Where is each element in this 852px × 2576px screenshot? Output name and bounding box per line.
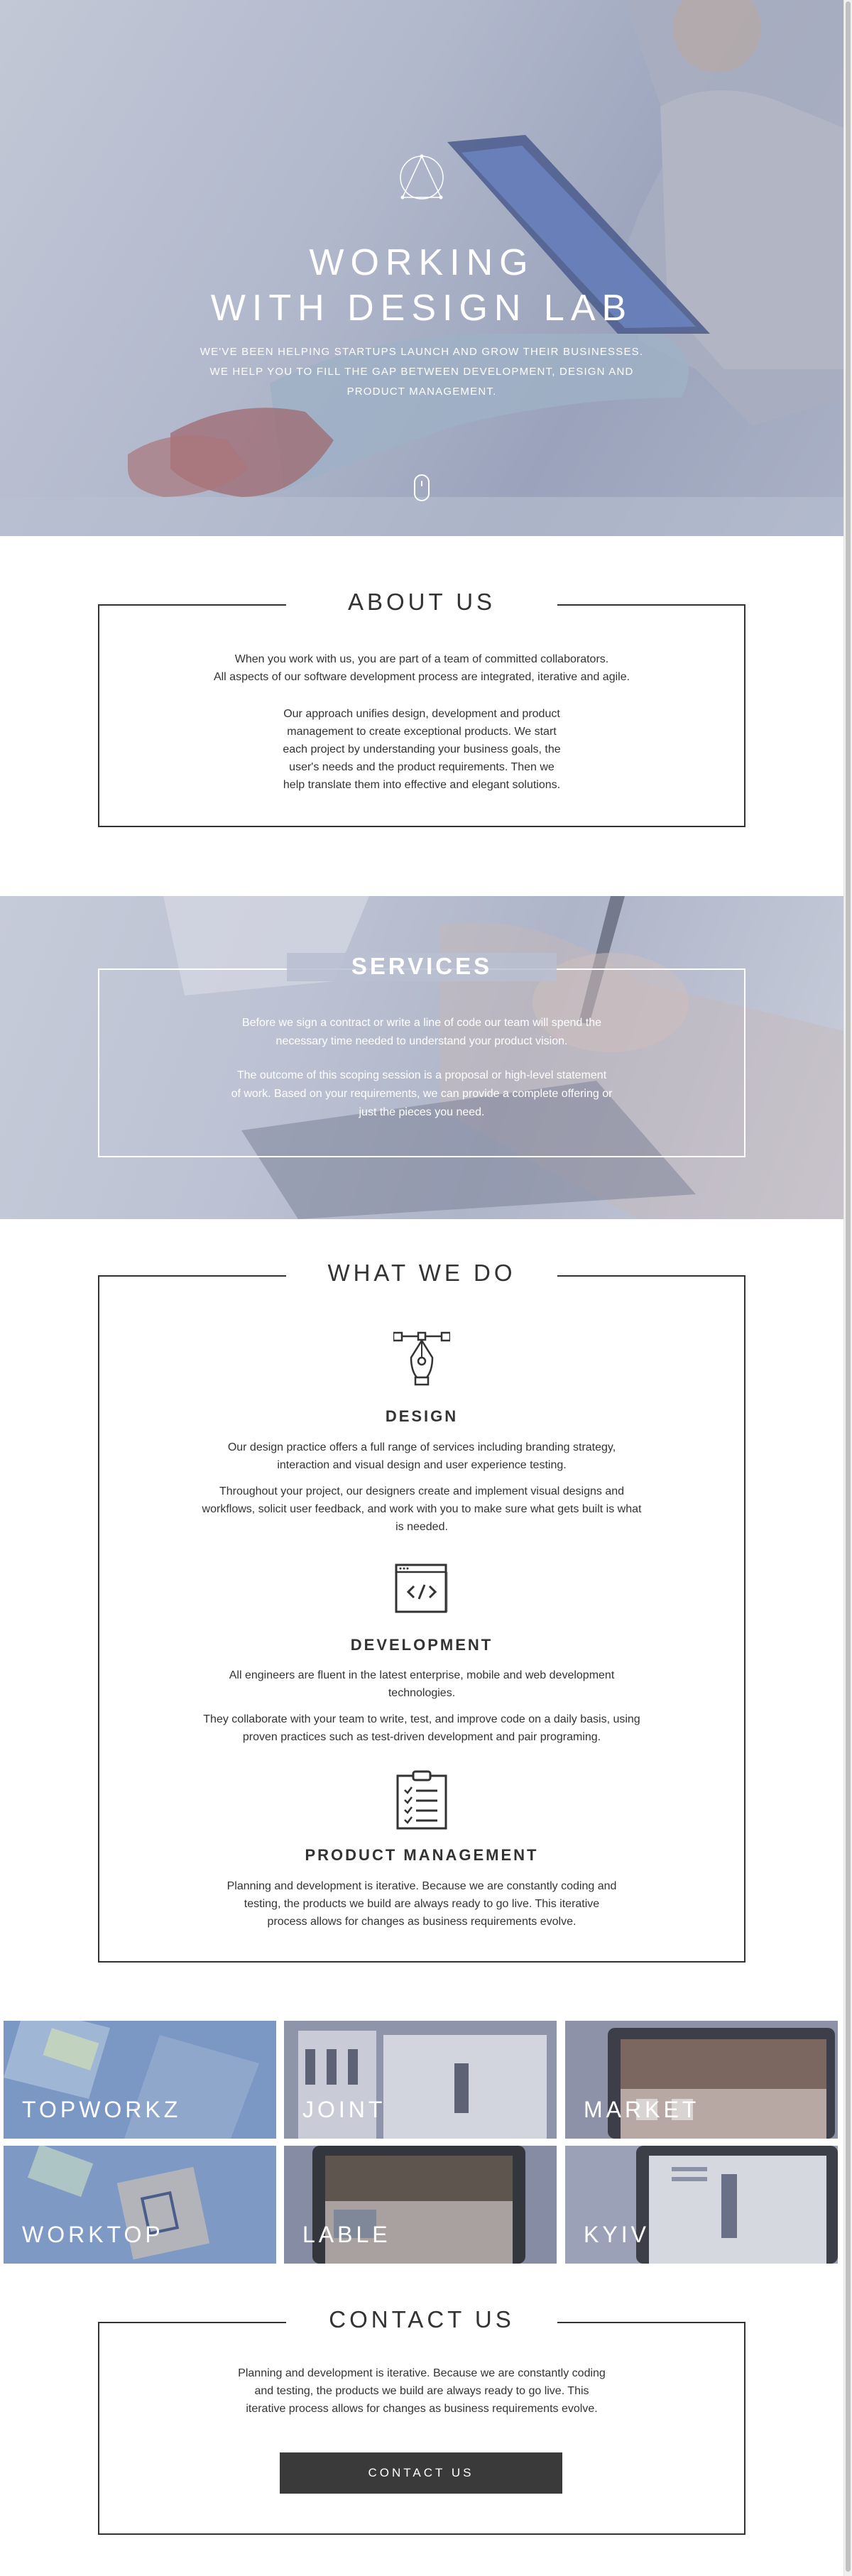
- portfolio-tile-market[interactable]: MARKET: [565, 2021, 838, 2139]
- code-window-icon: [395, 1563, 448, 1613]
- design-heading: DESIGN: [385, 1407, 459, 1425]
- logo-triangle-circle-icon: [400, 154, 444, 200]
- portfolio-tile-lable[interactable]: LABLE: [284, 2146, 557, 2264]
- portfolio-tile-label: JOINT: [302, 2097, 386, 2122]
- contact-box: [98, 2322, 746, 2535]
- page-scrollbar[interactable]: [843, 0, 852, 2576]
- hero-subtitle-line2: WE HELP YOU TO FILL THE GAP BETWEEN DEVE…: [209, 366, 634, 378]
- about-title: ABOUT US: [347, 589, 496, 615]
- hero-subtitle-line1: WE'VE BEEN HELPING STARTUPS LAUNCH AND G…: [200, 346, 644, 358]
- development-heading: DEVELOPMENT: [350, 1636, 493, 1654]
- hero-subtitle-line3: PRODUCT MANAGEMENT.: [346, 386, 497, 398]
- hero-title-line2: WITH DESIGN LAB: [210, 288, 633, 329]
- clipboard-checklist-icon: [396, 1770, 447, 1830]
- product-management-paragraph: Planning and development is iterative. B…: [226, 1880, 617, 1928]
- development-paragraph-2: They collaborate with your team to write…: [203, 1713, 640, 1743]
- portfolio-tile-label: MARKET: [584, 2097, 700, 2122]
- design-paragraph-1: Our design practice offers a full range …: [227, 1441, 616, 1471]
- development-paragraph-1: All engineers are fluent in the latest e…: [229, 1669, 615, 1699]
- services-paragraph-2: The outcome of this scoping session is a…: [231, 1069, 613, 1118]
- services-paragraph-1: Before we sign a contract or write a lin…: [241, 1017, 602, 1047]
- contact-title: CONTACT US: [329, 2306, 515, 2332]
- pen-tool-icon: [393, 1331, 450, 1386]
- portfolio-tile-kyiv[interactable]: KYIV: [565, 2146, 838, 2264]
- product-management-heading: PRODUCT MANAGEMENT: [305, 1846, 539, 1864]
- hero-title: WORKING WITH DESIGN LAB: [0, 240, 843, 331]
- portfolio-tile-label: WORKTOP: [22, 2222, 164, 2247]
- contact-paragraph: Planning and development is iterative. B…: [238, 2367, 606, 2415]
- hero-title-line1: WORKING: [309, 242, 535, 283]
- portfolio-tile-label: LABLE: [302, 2222, 391, 2247]
- portfolio-tile-worktop[interactable]: WORKTOP: [4, 2146, 276, 2264]
- contact-us-button[interactable]: CONTACT US: [280, 2452, 562, 2494]
- about-paragraph-1: When you work with us, you are part of a…: [213, 653, 630, 683]
- services-title: SERVICES: [351, 953, 493, 979]
- portfolio-tile-joint[interactable]: JOINT: [284, 2021, 557, 2139]
- hero-subtitle: WE'VE BEEN HELPING STARTUPS LAUNCH AND G…: [195, 342, 649, 402]
- what-we-do-title: WHAT WE DO: [327, 1260, 516, 1286]
- portfolio-tile-label: KYIV: [584, 2222, 650, 2247]
- design-paragraph-2: Throughout your project, our designers c…: [202, 1485, 642, 1533]
- page: WORKING WITH DESIGN LAB WE'VE BEEN HELPI…: [0, 0, 843, 2576]
- services-section: SERVICES Before we sign a contract or wr…: [0, 896, 843, 1219]
- portfolio-tile-label: TOPWORKZ: [22, 2097, 182, 2122]
- portfolio-tile-topworkz[interactable]: TOPWORKZ: [4, 2021, 276, 2139]
- scroll-down-mouse-icon[interactable]: [414, 474, 430, 501]
- services-box: [98, 968, 746, 1157]
- about-paragraph-2: Our approach unifies design, development…: [283, 708, 561, 791]
- scrollbar-thumb[interactable]: [846, 1, 851, 2572]
- hero-section: WORKING WITH DESIGN LAB WE'VE BEEN HELPI…: [0, 0, 843, 536]
